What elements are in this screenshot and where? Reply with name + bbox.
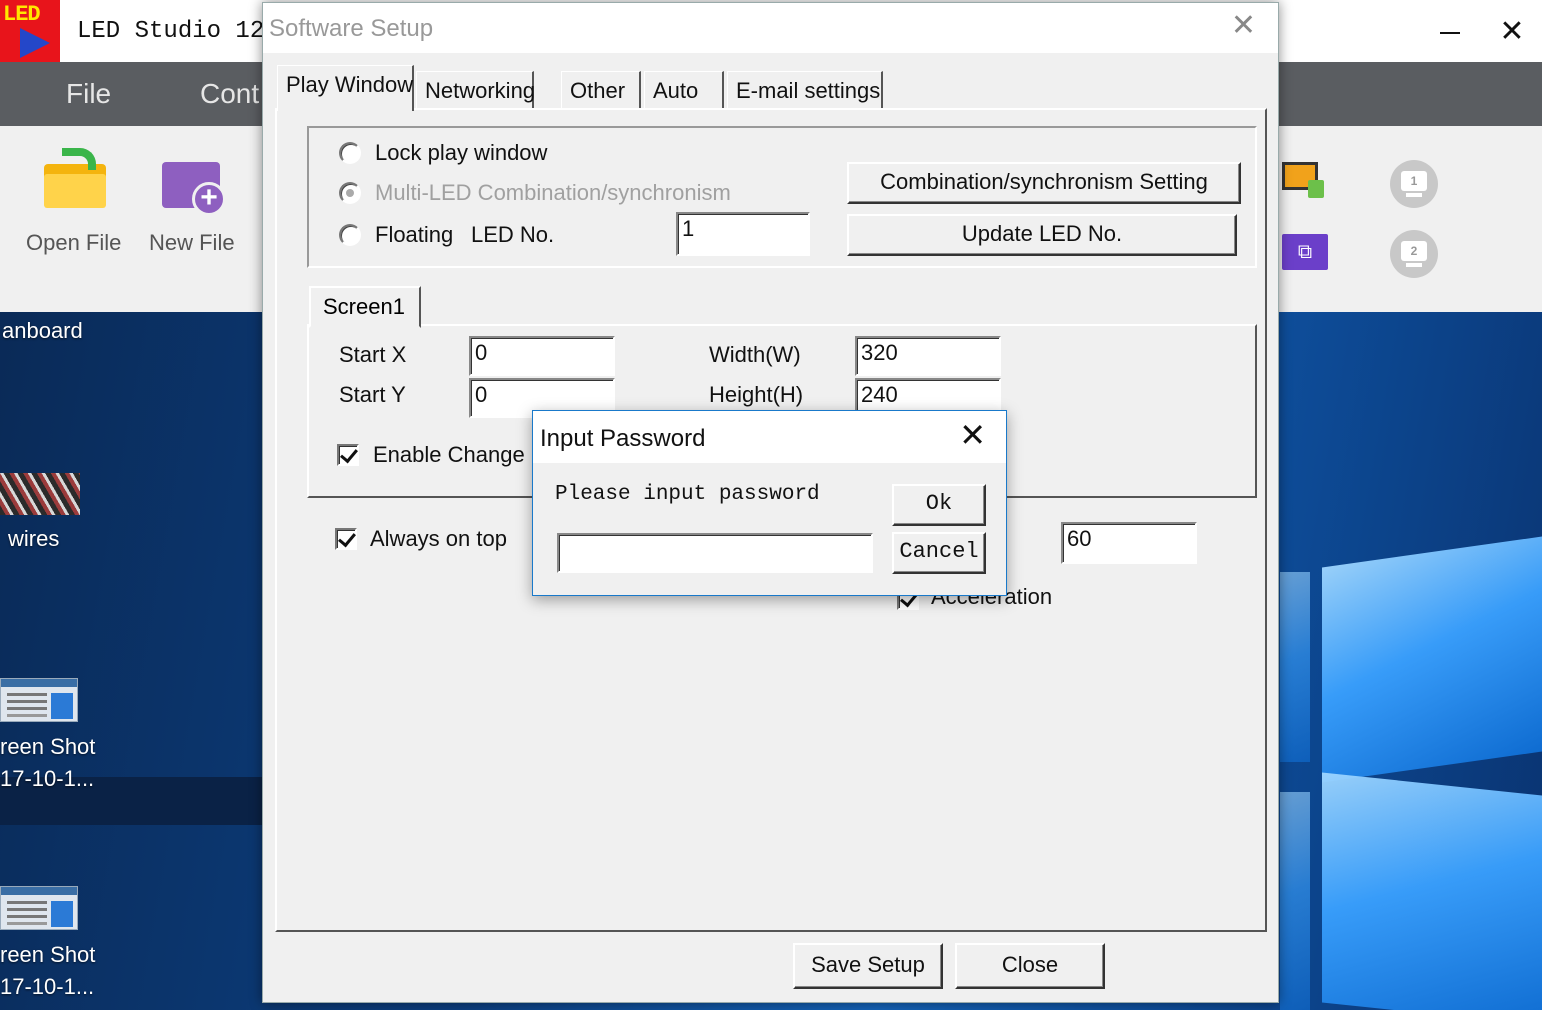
- tab-networking[interactable]: Networking: [416, 71, 535, 109]
- close-icon[interactable]: ✕: [1498, 17, 1526, 47]
- ok-button[interactable]: Ok: [892, 484, 986, 526]
- close-button[interactable]: Close: [955, 943, 1105, 989]
- update-led-no-button[interactable]: Update LED No.: [847, 214, 1237, 256]
- save-setup-button[interactable]: Save Setup: [793, 943, 943, 989]
- menu-control[interactable]: Cont: [200, 78, 259, 110]
- enable-change-label: Enable Change E: [373, 442, 546, 467]
- new-file-button[interactable]: New File: [149, 230, 235, 256]
- floating-label: Floating: [375, 222, 454, 247]
- always-on-top-checkbox[interactable]: [335, 528, 357, 550]
- windows-logo: [1280, 536, 1542, 1010]
- width-input[interactable]: 320: [855, 336, 1001, 376]
- multi-led-radio: [339, 182, 361, 204]
- menu-file[interactable]: File: [66, 78, 111, 110]
- desktop-icon-label[interactable]: reen Shot: [0, 942, 95, 968]
- setup-title: Software Setup: [269, 15, 434, 42]
- password-input[interactable]: [557, 533, 873, 573]
- lock-play-window-radio[interactable]: [339, 142, 361, 164]
- height-label: Height(H): [709, 382, 804, 407]
- led-no-label: LED No.: [471, 222, 555, 247]
- combination-sync-setting-button[interactable]: Combination/synchronism Setting: [847, 162, 1241, 204]
- start-x-label: Start X: [339, 342, 407, 367]
- cancel-button[interactable]: Cancel: [892, 532, 986, 574]
- desktop-icon-wires-thumbnail[interactable]: [0, 473, 80, 515]
- lock-screen-icon[interactable]: [1282, 162, 1328, 202]
- number-input[interactable]: 60: [1061, 522, 1197, 564]
- led-no-input[interactable]: 1: [676, 212, 810, 256]
- desktop-icon-label[interactable]: 17-10-1...: [0, 974, 94, 1000]
- desktop-icon-label[interactable]: wires: [8, 526, 59, 552]
- desktop-icon-label[interactable]: reen Shot: [0, 734, 95, 760]
- tab-other[interactable]: Other: [561, 71, 641, 109]
- new-file-icon[interactable]: +: [162, 156, 228, 216]
- password-dialog-title: Input Password: [540, 425, 706, 452]
- desktop-icon-screenshot-thumbnail[interactable]: [0, 678, 78, 722]
- password-prompt: Please input password: [555, 483, 820, 506]
- open-folder-icon[interactable]: [44, 148, 108, 208]
- tab-auto[interactable]: Auto: [644, 71, 724, 109]
- setup-titlebar[interactable]: Software Setup ✕: [263, 3, 1278, 53]
- multi-screen-icon[interactable]: ⧉: [1282, 234, 1328, 270]
- play-mode-group: Lock play window Multi-LED Combination/s…: [307, 126, 1257, 268]
- multi-led-label: Multi-LED Combination/synchronism: [375, 180, 731, 205]
- password-dialog-titlebar[interactable]: Input Password ✕: [533, 411, 1006, 463]
- screen-2-icon[interactable]: 2: [1390, 230, 1438, 278]
- desktop-icon-label[interactable]: anboard: [2, 318, 83, 344]
- start-x-input[interactable]: 0: [469, 336, 615, 376]
- desktop-icon-screenshot-thumbnail[interactable]: [0, 886, 78, 930]
- app-logo-text: LED: [3, 2, 41, 27]
- screen-1-icon[interactable]: 1: [1390, 160, 1438, 208]
- tab-email-settings[interactable]: E-mail settings: [727, 71, 883, 109]
- width-label: Width(W): [709, 342, 801, 367]
- start-y-label: Start Y: [339, 382, 406, 407]
- open-file-button[interactable]: Open File: [26, 230, 121, 256]
- desktop-icon-label[interactable]: 17-10-1...: [0, 766, 94, 792]
- app-logo-icon: LED: [0, 0, 60, 62]
- tab-play-window[interactable]: Play Window: [277, 65, 414, 111]
- app-title: LED Studio 12: [77, 18, 265, 45]
- lock-play-window-label: Lock play window: [375, 140, 548, 165]
- floating-radio[interactable]: [339, 224, 361, 246]
- close-icon[interactable]: ✕: [1231, 11, 1256, 41]
- enable-change-checkbox[interactable]: [337, 444, 359, 466]
- input-password-dialog: Input Password ✕ Please input password O…: [532, 410, 1007, 596]
- close-icon[interactable]: ✕: [959, 419, 986, 451]
- minimize-icon[interactable]: [1438, 20, 1462, 44]
- tab-screen1[interactable]: Screen1: [309, 286, 421, 328]
- always-on-top-label: Always on top: [370, 526, 507, 551]
